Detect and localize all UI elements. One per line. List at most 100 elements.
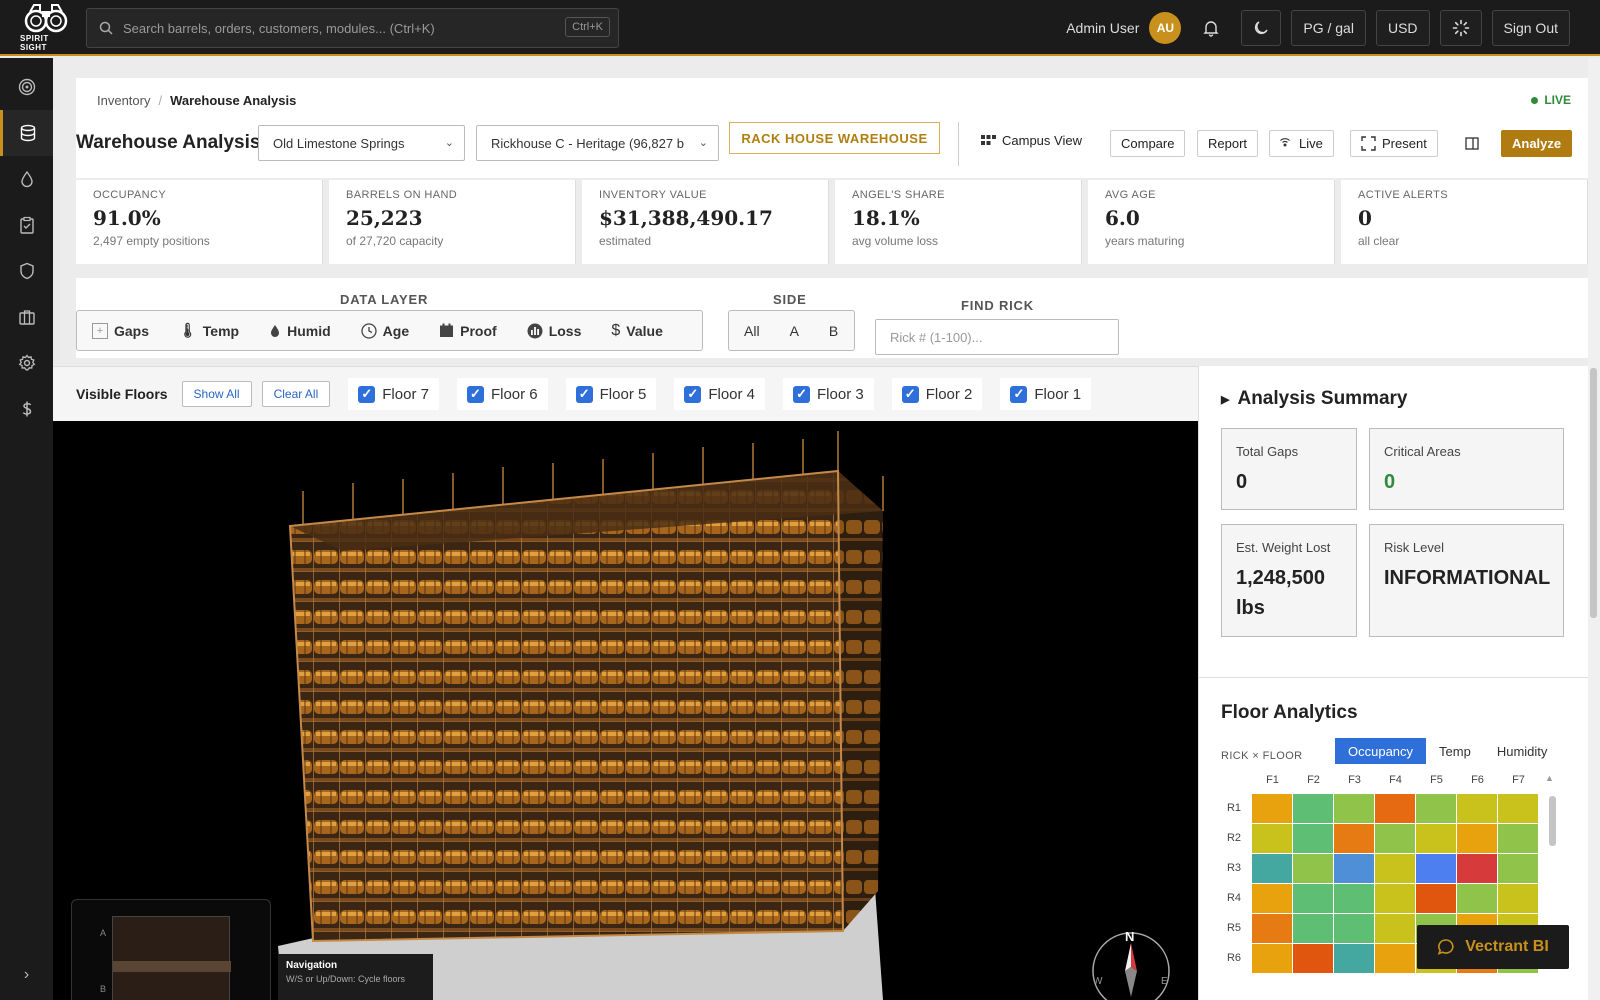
sidebar-item-settings[interactable] <box>0 340 53 386</box>
heatmap-cell[interactable] <box>1498 854 1538 883</box>
heatmap-cell[interactable] <box>1416 854 1456 883</box>
warehouse-3d-viewer[interactable]: A B Navigation W/S or Up/Down: Cycle flo… <box>53 421 1198 1000</box>
layer-age[interactable]: Age <box>346 311 424 350</box>
sidebar-item-compliance[interactable] <box>0 248 53 294</box>
heatmap-cell[interactable] <box>1375 854 1415 883</box>
site-select[interactable]: Old Limestone Springs ⌄ <box>258 125 465 161</box>
search-input[interactable] <box>123 20 543 36</box>
campus-view-button[interactable]: Campus View <box>971 127 1092 154</box>
rickhouse-select[interactable]: Rickhouse C - Heritage (96,827 b ⌄ <box>476 125 719 161</box>
heatmap-cell[interactable] <box>1252 944 1292 973</box>
vectrant-bi-chat-button[interactable]: Vectrant BI <box>1417 925 1569 969</box>
side-a[interactable]: A <box>775 311 814 350</box>
side-b[interactable]: B <box>814 311 853 350</box>
tab-humidity[interactable]: Humidity <box>1484 738 1561 764</box>
heatmap-cell[interactable] <box>1252 884 1292 913</box>
heatmap-cell[interactable] <box>1252 794 1292 823</box>
heatmap-cell[interactable] <box>1252 854 1292 883</box>
heatmap-cell[interactable] <box>1375 944 1415 973</box>
heatmap-cell[interactable] <box>1416 824 1456 853</box>
heatmap-cell[interactable] <box>1457 854 1497 883</box>
floor-4-checkbox[interactable]: ✓ Floor 4 <box>674 378 766 410</box>
heatmap-cell[interactable] <box>1293 944 1333 973</box>
heatmap-cell[interactable] <box>1375 824 1415 853</box>
floor-5-checkbox[interactable]: ✓ Floor 5 <box>565 378 657 410</box>
heatmap-cell[interactable] <box>1334 854 1374 883</box>
sidebar-expand-button[interactable]: › <box>0 966 53 984</box>
app-logo[interactable]: SPIRIT SIGHT <box>20 0 72 55</box>
heatmap-scrollbar[interactable] <box>1549 796 1556 846</box>
panel-toggle-button[interactable] <box>1455 130 1489 157</box>
units-toggle-button[interactable]: PG / gal <box>1291 10 1366 46</box>
heatmap-cell[interactable] <box>1293 824 1333 853</box>
heatmap-cell[interactable] <box>1334 824 1374 853</box>
heatmap-cell[interactable] <box>1334 794 1374 823</box>
global-search[interactable]: Ctrl+K <box>86 8 619 48</box>
page-scroll-thumb[interactable] <box>1590 368 1597 618</box>
heatmap-cell[interactable] <box>1457 884 1497 913</box>
heatmap-cell[interactable] <box>1457 794 1497 823</box>
heatmap-cell[interactable] <box>1252 824 1292 853</box>
page-scrollbar[interactable] <box>1588 58 1600 1000</box>
sidebar-item-business[interactable] <box>0 294 53 340</box>
sidebar-item-inventory[interactable] <box>0 110 53 156</box>
heatmap-cell[interactable] <box>1252 914 1292 943</box>
heatmap-cell[interactable] <box>1416 794 1456 823</box>
avatar[interactable]: AU <box>1149 12 1182 44</box>
analyze-button[interactable]: Analyze <box>1501 130 1573 157</box>
floor-3-checkbox[interactable]: ✓ Floor 3 <box>783 378 874 410</box>
card-critical-areas: Critical Areas 0 <box>1369 428 1564 510</box>
present-button[interactable]: Present <box>1350 130 1438 157</box>
clear-all-floors-button[interactable]: Clear All <box>261 381 331 407</box>
sidebar-item-orders[interactable] <box>0 202 53 248</box>
notifications-button[interactable] <box>1191 10 1231 46</box>
tab-occupancy[interactable]: Occupancy <box>1335 738 1427 764</box>
floor-1-checkbox[interactable]: ✓ Floor 1 <box>1000 378 1092 410</box>
floor-7-checkbox[interactable]: ✓ Floor 7 <box>348 378 439 410</box>
user-name[interactable]: Admin User <box>1066 20 1139 36</box>
currency-button[interactable]: USD <box>1375 10 1430 46</box>
heatmap-cell[interactable] <box>1334 914 1374 943</box>
heatmap-cell[interactable] <box>1334 944 1374 973</box>
layer-value[interactable]: $ Value <box>596 311 678 350</box>
heatmap-cell[interactable] <box>1375 884 1415 913</box>
side-all[interactable]: All <box>729 311 775 350</box>
heatmap-cell[interactable] <box>1375 914 1415 943</box>
heatmap-cell[interactable] <box>1334 884 1374 913</box>
scroll-up-icon[interactable]: ▲ <box>1545 773 1554 783</box>
analysis-summary-toggle[interactable]: ▶ Analysis Summary <box>1221 388 1408 410</box>
sidebar-item-finance[interactable] <box>0 386 53 432</box>
heatmap-cell[interactable] <box>1293 884 1333 913</box>
layer-temp[interactable]: 🌡 Temp <box>164 311 254 350</box>
sign-out-button[interactable]: Sign Out <box>1491 10 1570 46</box>
heatmap-cell[interactable] <box>1293 854 1333 883</box>
heatmap-cell[interactable] <box>1498 794 1538 823</box>
floor-minimap[interactable]: A B <box>71 899 271 1000</box>
heatmap-cell[interactable] <box>1498 884 1538 913</box>
show-all-floors-button[interactable]: Show All <box>181 381 252 407</box>
heatmap-cell[interactable] <box>1498 824 1538 853</box>
tab-temp[interactable]: Temp <box>1426 738 1484 764</box>
layer-loss[interactable]: Loss <box>512 311 597 350</box>
report-button[interactable]: Report <box>1197 130 1259 157</box>
heatmap-cell[interactable] <box>1375 794 1415 823</box>
compass-widget[interactable]: N W E <box>1090 929 1172 1000</box>
heatmap-cell[interactable] <box>1457 824 1497 853</box>
floor-6-checkbox[interactable]: ✓ Floor 6 <box>456 378 548 410</box>
find-rick-input[interactable] <box>875 319 1119 355</box>
theme-toggle-button[interactable] <box>1241 10 1282 46</box>
compare-button[interactable]: Compare <box>1110 130 1186 157</box>
rack-house-warehouse-button[interactable]: RACK HOUSE WAREHOUSE <box>729 122 940 154</box>
loading-button[interactable] <box>1439 10 1482 46</box>
heatmap-cell[interactable] <box>1416 884 1456 913</box>
live-button[interactable]: Live <box>1269 130 1334 157</box>
heatmap-cell[interactable] <box>1293 914 1333 943</box>
heatmap-cell[interactable] <box>1293 794 1333 823</box>
layer-gaps[interactable]: + Gaps <box>77 311 164 350</box>
sidebar-item-production[interactable] <box>0 156 53 202</box>
layer-proof[interactable]: Proof <box>424 311 512 350</box>
layer-humid[interactable]: Humid <box>254 311 346 350</box>
floor-2-checkbox[interactable]: ✓ Floor 2 <box>891 378 983 410</box>
sidebar-item-dashboard[interactable] <box>0 64 53 110</box>
breadcrumb-inventory[interactable]: Inventory <box>97 93 150 108</box>
